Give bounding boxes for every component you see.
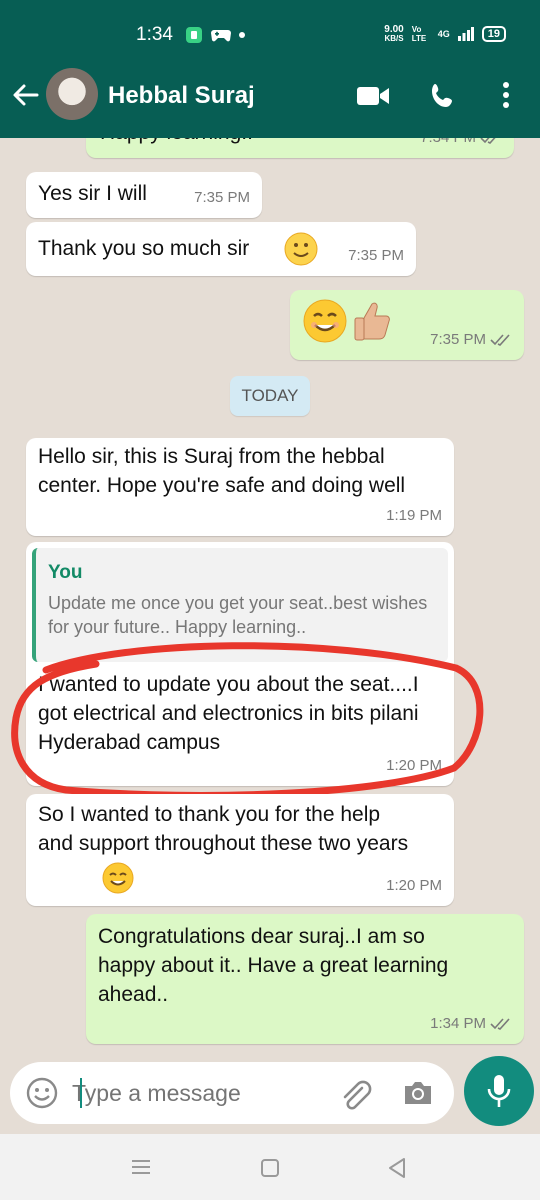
quoted-author: You (48, 562, 83, 583)
red-circle-annotation (11, 642, 484, 799)
status-bar: 1:34 9.00 KB/S Vo LTE 4G 19 (0, 0, 540, 56)
message-outgoing[interactable]: Happy learning.. 7:34 PM (86, 138, 514, 158)
thumbs-up-icon (354, 302, 390, 341)
message-text: Thank you so much sir (38, 237, 250, 260)
microphone-icon (487, 1075, 511, 1107)
nav-back-icon[interactable] (386, 1156, 408, 1180)
message-incoming[interactable]: Yes sir I will 7:35 PM (26, 172, 262, 218)
avatar[interactable] (46, 68, 98, 120)
slightly-smiling-face-icon (284, 232, 318, 266)
chat-header: Hebbal Suraj (0, 56, 540, 138)
battery-indicator: 19 (481, 26, 506, 42)
status-icons-left (184, 25, 246, 45)
home-icon[interactable] (260, 1158, 280, 1178)
message-text: Hello sir, this is Suraj from the hebbal… (38, 445, 406, 497)
quoted-text: Update me once you get your seat..best w… (48, 593, 428, 637)
gamepad-icon (211, 30, 231, 42)
net-speed: 9.00 KB/S (384, 24, 404, 44)
dot-icon (239, 32, 245, 38)
recent-apps-icon[interactable] (130, 1158, 152, 1176)
message-outgoing[interactable]: 7:35 PM (290, 290, 524, 360)
video-call-icon[interactable] (356, 84, 390, 108)
voice-call-icon[interactable] (428, 81, 458, 111)
system-nav-bar (0, 1134, 540, 1200)
status-time: 1:34 (136, 24, 173, 45)
attach-icon[interactable] (338, 1078, 372, 1112)
back-arrow-icon[interactable] (10, 80, 40, 110)
message-incoming[interactable]: Hello sir, this is Suraj from the hebbal… (26, 438, 454, 536)
message-time: 1:34 PM (430, 1009, 512, 1038)
message-incoming[interactable]: Thank you so much sir 7:35 PM (26, 222, 416, 276)
contact-name[interactable]: Hebbal Suraj (108, 82, 255, 110)
status-icons-right: 9.00 KB/S Vo LTE 4G 19 (384, 25, 506, 43)
more-options-icon[interactable] (496, 80, 516, 110)
double-check-icon (490, 1017, 510, 1030)
message-text: So I wanted to thank you for the help an… (38, 803, 409, 855)
text-cursor (80, 1078, 82, 1108)
voice-message-button[interactable] (464, 1056, 534, 1126)
message-time: 7:35 PM (194, 189, 250, 206)
message-time: 7:35 PM (348, 247, 404, 264)
volte-label: Vo LTE (411, 25, 427, 43)
signal-icon (457, 27, 474, 41)
double-check-icon (480, 138, 496, 144)
smiling-face-icon (303, 299, 347, 343)
message-time: 1:19 PM (386, 507, 442, 524)
message-time: 7:34 PM (420, 138, 502, 152)
message-outgoing[interactable]: Congratulations dear suraj..I am so happ… (86, 914, 524, 1044)
message-incoming[interactable]: So I wanted to thank you for the help an… (26, 794, 454, 906)
emoji-icon[interactable] (26, 1077, 58, 1109)
chat-area[interactable]: Happy learning.. 7:34 PM Yes sir I will … (0, 138, 540, 1058)
message-text: Happy learning.. (100, 138, 253, 147)
sim-icon (186, 27, 202, 43)
message-time: 1:20 PM (386, 877, 442, 894)
message-composer (10, 1062, 454, 1124)
message-input[interactable] (72, 1062, 312, 1124)
date-chip: TODAY (230, 376, 310, 416)
camera-icon[interactable] (402, 1078, 434, 1108)
message-text: Yes sir I will (38, 182, 147, 205)
message-time: 7:35 PM (430, 325, 512, 354)
smiling-face-icon (102, 862, 134, 894)
network-label: 4G (437, 29, 450, 39)
double-check-icon (490, 333, 510, 346)
message-text: Congratulations dear suraj..I am so happ… (98, 925, 449, 1006)
